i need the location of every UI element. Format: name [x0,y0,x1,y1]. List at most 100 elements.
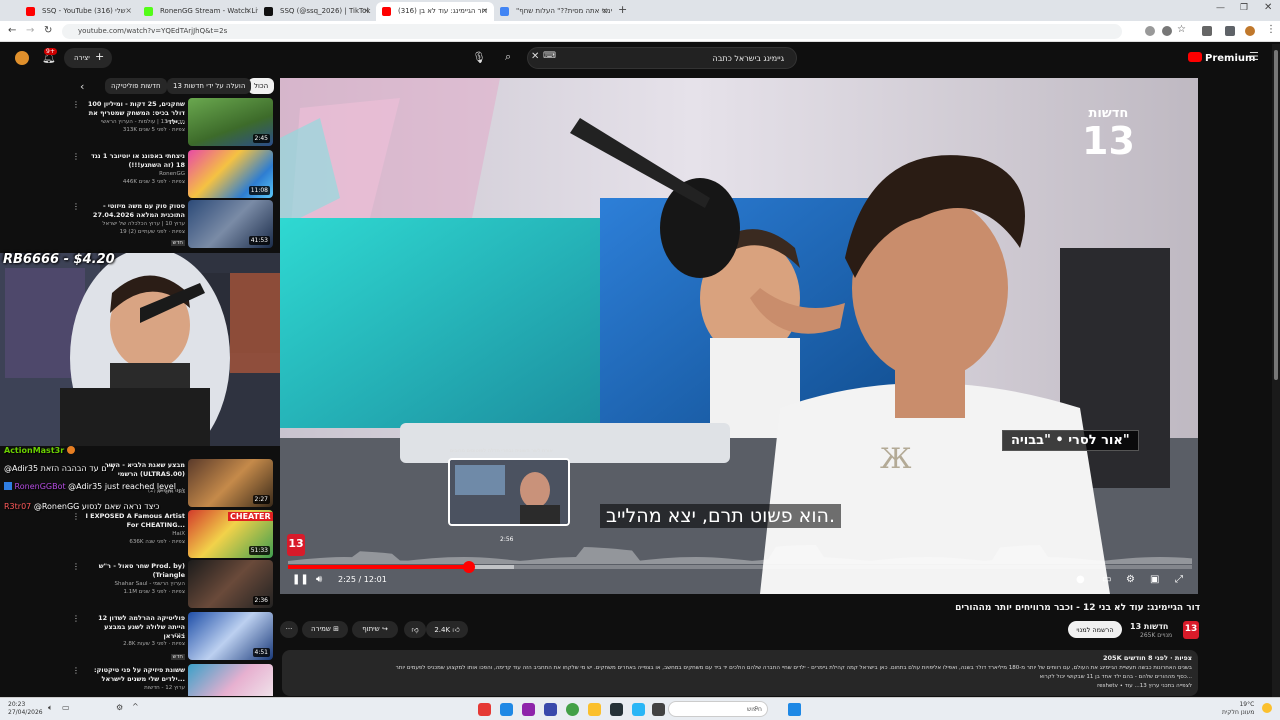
video-title[interactable]: I EXPOSED A Famous Artist For CHEATING..… [85,512,186,530]
recommendation-item[interactable]: 4:51 פוליטיקה ההרלמה לשדון 12 הייתה שלול… [0,612,275,660]
taskbar-app-icon[interactable] [632,703,645,716]
video-thumbnail[interactable] [188,664,273,696]
search-input[interactable]: גיימינג בישראל כתבה [527,47,797,69]
dislike-button[interactable]: 👎︎ [404,621,426,638]
file-explorer-icon[interactable] [588,703,601,716]
profile-avatar[interactable] [1245,26,1255,36]
like-button[interactable]: 2.4K 👍︎ [426,621,468,638]
more-actions-button[interactable]: ··· [280,621,298,638]
more-options-icon[interactable]: ⋮ [72,100,80,109]
bookmark-star-icon[interactable]: ☆ [1177,24,1186,35]
more-options-icon[interactable]: ⋮ [72,562,80,571]
volume-icon[interactable]: 🔊︎ [316,574,322,585]
close-tab-icon[interactable]: × [601,6,608,15]
microphone-icon[interactable]: 🎙︎ [472,51,486,64]
create-button[interactable]: יצירה + [64,48,112,68]
weather-widget[interactable]: 19°C מעונן חלקית [1222,701,1254,717]
fullscreen-icon[interactable]: ⤢ [1175,574,1183,585]
video-thumbnail[interactable]: 41:53 [188,200,273,248]
speaker-icon[interactable]: 🔈︎ [48,703,53,713]
video-thumbnail[interactable]: 4:51 [188,612,273,660]
scrubber-handle[interactable] [462,561,475,573]
discord-icon[interactable] [544,703,557,716]
more-options-icon[interactable]: ⋮ [72,666,80,675]
sidepanel-icon[interactable] [1225,26,1235,36]
extension-icon[interactable] [1145,26,1155,36]
clear-search-icon[interactable]: ✕ [531,51,539,62]
search-icon[interactable]: ⌕ [505,50,511,64]
address-bar[interactable]: youtube.com/watch?v=YQEdTArjJhQ&t=2s [62,24,1122,39]
steam-icon[interactable] [610,703,623,716]
pause-icon[interactable]: ❚❚ [292,574,309,585]
maximize-icon[interactable]: ❐ [1240,3,1248,13]
channel-name-link[interactable]: חדשות 13 [1130,622,1168,631]
channel-name[interactable]: RonenGG [85,171,185,177]
chip-all[interactable]: הכול [248,78,275,94]
more-options-icon[interactable]: ⋮ [72,152,80,161]
incognito-icon[interactable] [1162,26,1172,36]
close-tab-icon[interactable]: × [363,6,370,15]
new-tab-button[interactable]: + [618,3,627,16]
taskbar-app-icon[interactable] [522,703,535,716]
network-icon[interactable]: ▭ [62,703,70,712]
video-player[interactable]: Ж חדשות 13 אור לסרי • "בבויה" הוא פשוט ת… [280,78,1198,594]
close-tab-icon[interactable]: × [245,6,252,15]
subtitles-icon[interactable]: ▭ [1102,574,1111,585]
progress-bar[interactable] [288,561,1192,573]
tray-overflow-icon[interactable]: ^ [132,702,139,711]
taskbar-app-icon[interactable] [478,703,491,716]
description-line[interactable]: reshetv ∙ לצפייה בתכני ערוץ 13... עוד [292,682,1192,691]
browser-tab[interactable]: SSQ (@ssq_2026) | TikTok × [258,2,376,21]
more-options-icon[interactable]: ⋮ [72,202,80,211]
video-title[interactable]: ששונת פיזיקה על פני טיקטוק: ילדים שלי מש… [85,666,185,684]
miniplayer-icon[interactable]: ▣ [1150,574,1159,585]
recommendation-item[interactable]: 2:45 100 שחקנים, 25 דקות - ומיליון דולר … [0,98,275,146]
description-box[interactable]: 205K צפיות · לפני 8 חודשים בשנים האחרונו… [282,650,1198,696]
channel-name[interactable]: Shahar Saul - הערוץ הרשמי [85,581,186,587]
chrome-icon[interactable] [566,703,579,716]
more-options-icon[interactable]: ⋮ [72,512,80,521]
autoplay-toggle-icon[interactable]: ● [1076,574,1085,585]
minimize-icon[interactable]: — [1216,3,1225,13]
account-avatar[interactable] [15,51,29,65]
forward-arrow-icon[interactable]: → [26,25,34,36]
browser-tab[interactable]: RonenGG Stream - Watch Live × [138,2,258,21]
scrollbar-thumb[interactable] [1274,50,1278,380]
video-thumbnail[interactable]: CHEATER 51:33 [188,510,273,558]
channel-name[interactable]: ערוץ 12 - חדשות [85,685,185,691]
taskbar-app-icon[interactable] [652,703,665,716]
windows-start-icon[interactable] [788,703,801,716]
youtube-premium-logo[interactable]: Premium [1188,52,1255,64]
share-button[interactable]: שיתוף ↪ [352,621,398,638]
close-tab-icon[interactable]: × [125,6,132,15]
bluetooth-icon[interactable]: ⚙ [116,703,123,712]
taskbar-app-icon[interactable] [500,703,513,716]
video-thumbnail[interactable]: 2:27 [188,459,273,507]
extensions-puzzle-icon[interactable] [1202,26,1212,36]
channel-name[interactable]: חדשות 13 | עולמות - הערוץ הראשי [85,119,185,125]
close-window-icon[interactable]: ✕ [1264,2,1272,13]
browser-tab[interactable]: SSQ - YouTube שלי (316) × [20,2,138,21]
recommendation-item[interactable]: 2:36 שחר סאול - ר"ש Prod. by) (Triangle … [0,560,275,608]
video-title[interactable]: סטוק סוק עם משה מיזוטי - התוכנית המלאה 2… [85,202,185,220]
subscribe-button[interactable]: הרשמה למנוי [1068,621,1122,638]
keyboard-icon[interactable]: ⌨ [543,51,556,61]
recommendation-item[interactable]: CHEATER 51:33 I EXPOSED A Famous Artist … [0,510,275,558]
browser-tab[interactable]: "ימני אתה מסית??" העלות שחף × [494,2,614,21]
browser-menu-icon[interactable]: ⋮ [1266,24,1276,35]
taskbar-search-input[interactable]: חיפוש [668,701,768,717]
chips-scroll-left-icon[interactable]: ‹ [80,80,84,93]
recommendation-item[interactable]: ששונת פיזיקה על פני טיקטוק: ילדים שלי מש… [0,664,275,696]
chip-politics-news[interactable]: חדשות פוליטיקה [105,78,167,94]
chip-uploaded-by-channel[interactable]: הועלה על ידי חדשות 13 [167,78,252,94]
channel-name[interactable]: C14 [85,633,185,639]
page-scrollbar[interactable] [1272,44,1280,697]
guide-menu-icon[interactable]: ☰ [1249,50,1259,63]
settings-gear-icon[interactable]: ⚙ [1126,574,1135,585]
video-thumbnail[interactable]: 11:08 [188,150,273,198]
browser-tab-active[interactable]: דור הגיימינג: עוד לא בן (316) × [376,2,494,21]
channel-name[interactable]: ערוץ 10 | ערוץ הכלכלה של ישראל [85,221,185,227]
reload-icon[interactable]: ↻ [44,25,52,36]
more-options-icon[interactable]: ⋮ [72,614,80,623]
video-title[interactable]: שחר סאול - ר"ש Prod. by) (Triangle [85,562,185,580]
